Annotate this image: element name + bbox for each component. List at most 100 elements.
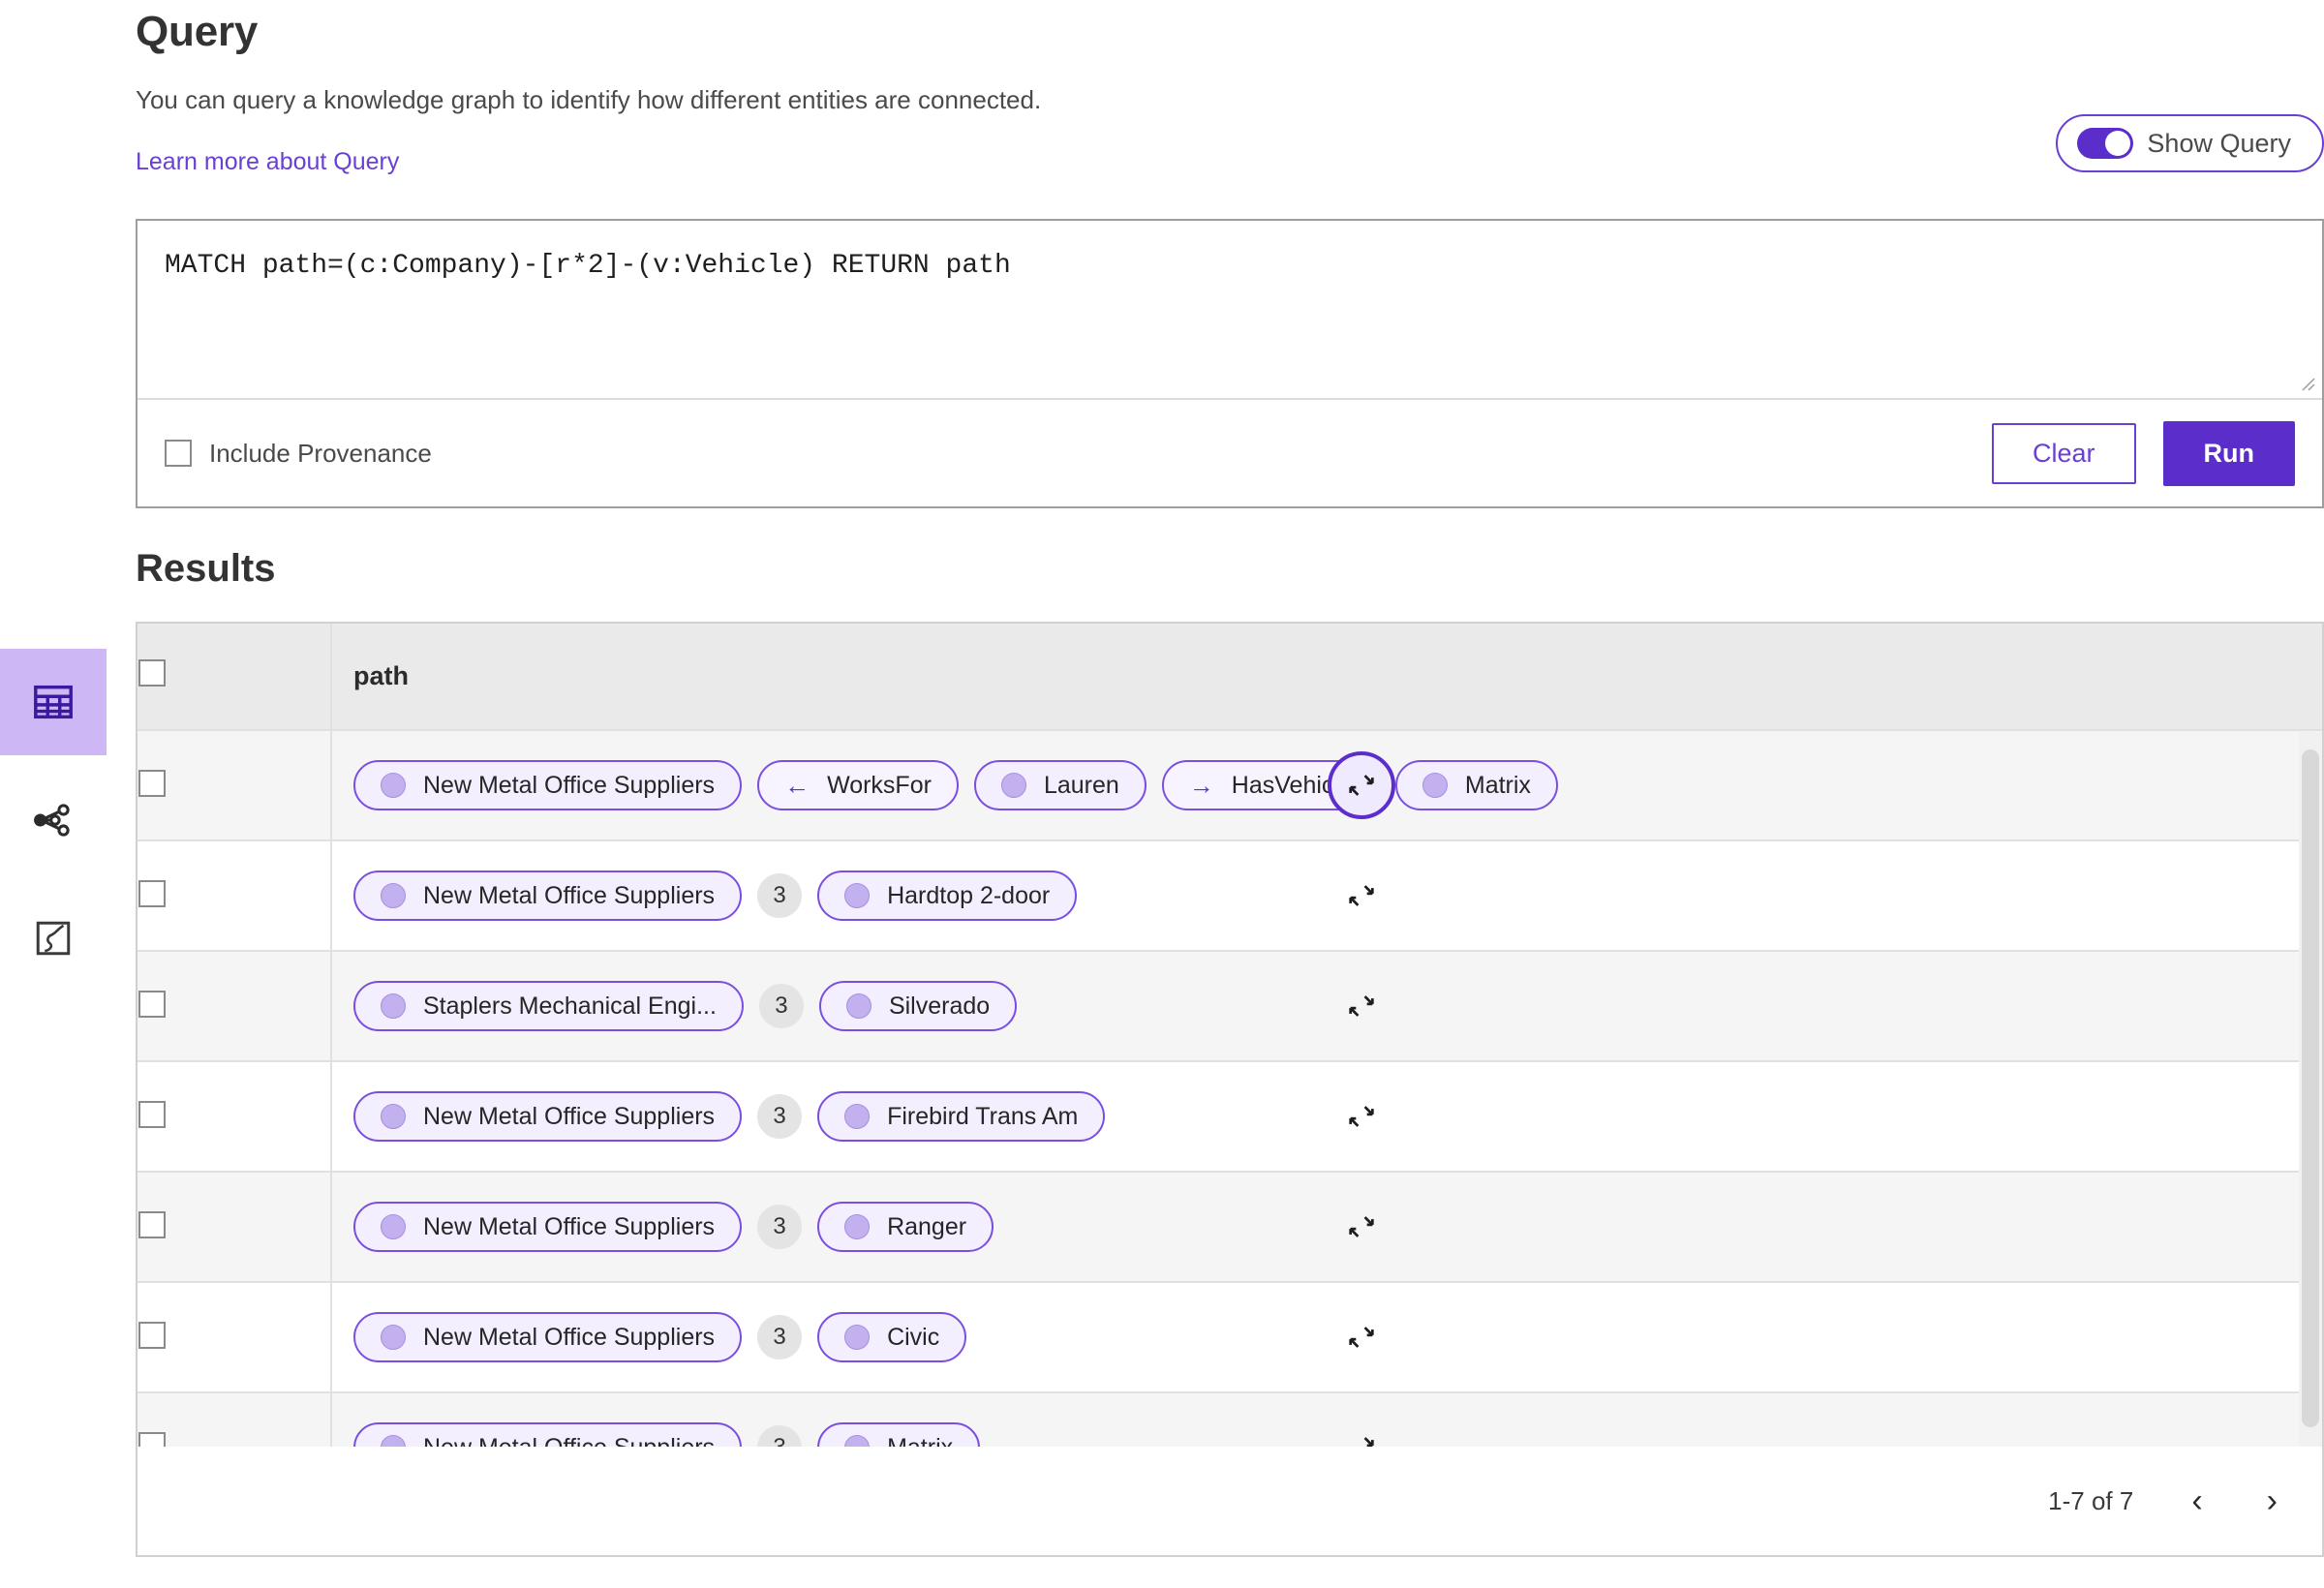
table-row[interactable]: New Metal Office Suppliers ← WorksFor Laure… (138, 730, 2322, 841)
entity-chip[interactable]: New Metal Office Suppliers (353, 760, 743, 810)
entity-chip[interactable]: New Metal Office Suppliers (353, 1312, 743, 1362)
row-expand-cell (1327, 1282, 2322, 1393)
path-cell: New Metal Office Suppliers 3 Ranger (331, 1172, 1327, 1283)
row-select-cell (138, 730, 332, 841)
entity-chip-label: Matrix (887, 1434, 953, 1448)
entity-chip[interactable]: Civic (817, 1312, 967, 1362)
expand-row-icon[interactable] (1328, 1083, 1395, 1150)
entity-chip-label: Hardtop 2-door (887, 881, 1051, 909)
row-select-checkbox[interactable] (138, 990, 166, 1018)
row-select-checkbox[interactable] (138, 1431, 166, 1447)
row-select-checkbox[interactable] (138, 769, 166, 797)
path-chip-list: Staplers Mechanical Engi... 3 Silverado (353, 981, 1326, 1031)
sidebar-item-map-view[interactable] (0, 885, 107, 992)
query-editor-value[interactable]: MATCH path=(c:Company)-[r*2]-(v:Vehicle)… (138, 221, 2322, 283)
entity-dot-icon (844, 1435, 871, 1447)
column-header-path[interactable]: path (331, 624, 1327, 731)
entity-chip-label: New Metal Office Suppliers (423, 1102, 716, 1130)
pagination-prev-button[interactable]: ‹ (2186, 1484, 2208, 1517)
expand-row-icon[interactable] (1328, 1303, 1395, 1371)
hop-count-badge: 3 (758, 984, 804, 1028)
select-all-cell (138, 624, 332, 731)
include-provenance-checkbox[interactable] (165, 440, 192, 467)
entity-dot-icon (381, 883, 406, 908)
include-provenance-option[interactable]: Include Provenance (165, 439, 432, 469)
row-select-checkbox[interactable] (138, 1210, 166, 1238)
table-row[interactable]: New Metal Office Suppliers 3 Civic (138, 1282, 2322, 1393)
table-row[interactable]: New Metal Office Suppliers 3 Firebird Tran… (138, 1061, 2322, 1173)
row-expand-cell (1327, 1061, 2322, 1173)
results-table-container: path New Metal Office Suppliers ← WorksFor… (136, 622, 2324, 1557)
hop-count-badge: 3 (757, 1205, 803, 1249)
toggle-knob (2105, 131, 2131, 156)
entity-dot-icon (381, 1104, 406, 1129)
toggle-switch[interactable] (2077, 128, 2134, 159)
results-scroll-area[interactable]: path New Metal Office Suppliers ← WorksFor… (138, 624, 2322, 1447)
hop-count-badge: 3 (757, 1425, 803, 1447)
entity-chip[interactable]: New Metal Office Suppliers (353, 1422, 743, 1447)
table-row[interactable]: New Metal Office Suppliers 3 Hardtop 2-doo… (138, 840, 2322, 952)
entity-chip[interactable]: Ranger (817, 1202, 994, 1252)
pagination-range: 1-7 of 7 (2048, 1485, 2134, 1515)
entity-chip[interactable]: Matrix (817, 1422, 981, 1448)
left-rail (0, 649, 107, 1003)
table-row[interactable]: New Metal Office Suppliers 3 Ranger (138, 1172, 2322, 1283)
sidebar-item-graph-view[interactable] (0, 767, 107, 873)
sidebar-item-table-view[interactable] (0, 649, 107, 755)
show-query-toggle[interactable]: Show Query (2056, 114, 2324, 172)
path-chip-list: New Metal Office Suppliers 3 Firebird Tran… (353, 1091, 1326, 1142)
clear-button[interactable]: Clear (1991, 422, 2136, 484)
entity-chip[interactable]: Matrix (1394, 760, 1558, 810)
table-row[interactable]: New Metal Office Suppliers 3 Matrix (138, 1392, 2322, 1447)
expand-row-icon[interactable] (1328, 751, 1395, 819)
entity-chip[interactable]: New Metal Office Suppliers (353, 1091, 743, 1142)
relationship-chip[interactable]: ← WorksFor (757, 760, 959, 810)
page-title: Query (136, 8, 259, 55)
entity-chip[interactable]: Firebird Trans Am (817, 1091, 1106, 1142)
row-expand-cell (1327, 951, 2322, 1062)
row-expand-cell (1327, 1392, 2322, 1447)
learn-more-link[interactable]: Learn more about Query (136, 148, 399, 176)
entity-chip[interactable]: Staplers Mechanical Engi... (353, 981, 744, 1031)
expand-row-icon[interactable] (1328, 972, 1395, 1040)
table-row[interactable]: Staplers Mechanical Engi... 3 Silverado (138, 951, 2322, 1062)
entity-chip-label: Lauren (1043, 771, 1119, 799)
row-expand-cell (1327, 840, 2322, 952)
scrollbar-thumb[interactable] (2302, 749, 2319, 1427)
row-select-checkbox[interactable] (138, 1321, 166, 1349)
entity-chip-label: New Metal Office Suppliers (423, 1323, 716, 1351)
hop-count-badge: 3 (757, 873, 803, 918)
entity-chip[interactable]: New Metal Office Suppliers (353, 870, 743, 921)
query-editor[interactable]: MATCH path=(c:Company)-[r*2]-(v:Vehicle)… (138, 221, 2322, 400)
path-cell: Staplers Mechanical Engi... 3 Silverado (331, 951, 1327, 1062)
entity-dot-icon (381, 773, 406, 798)
entity-dot-icon (844, 1325, 871, 1350)
relationship-chip-label: WorksFor (827, 771, 932, 799)
pagination-next-button[interactable]: › (2261, 1484, 2283, 1517)
entity-chip[interactable]: Silverado (818, 981, 1018, 1031)
expand-row-icon[interactable] (1328, 862, 1395, 930)
arrow-left-icon: ← (784, 771, 810, 800)
row-select-checkbox[interactable] (138, 879, 166, 907)
query-actions: Include Provenance Clear Run (138, 400, 2322, 506)
results-vertical-scrollbar[interactable] (2299, 732, 2322, 1447)
include-provenance-label: Include Provenance (209, 438, 432, 468)
entity-chip-label: New Metal Office Suppliers (423, 881, 716, 909)
resize-handle-icon[interactable] (2295, 371, 2316, 392)
row-expand-cell (1327, 1172, 2322, 1283)
query-description: You can query a knowledge graph to ident… (136, 85, 1042, 114)
row-select-checkbox[interactable] (138, 1100, 166, 1128)
entity-dot-icon (844, 883, 871, 908)
entity-chip[interactable]: Lauren (973, 760, 1147, 810)
entity-chip[interactable]: New Metal Office Suppliers (353, 1202, 743, 1252)
row-select-cell (138, 951, 332, 1062)
expand-row-icon[interactable] (1328, 1193, 1395, 1261)
entity-chip-label: Matrix (1464, 771, 1531, 799)
expand-row-icon[interactable] (1328, 1414, 1395, 1447)
run-button[interactable]: Run (2162, 420, 2295, 486)
path-cell: New Metal Office Suppliers 3 Hardtop 2-doo… (331, 840, 1327, 952)
entity-chip-label: Silverado (888, 992, 991, 1020)
select-all-checkbox[interactable] (138, 659, 166, 687)
entity-chip[interactable]: Hardtop 2-door (817, 870, 1078, 921)
entity-chip-label: Civic (887, 1323, 940, 1351)
